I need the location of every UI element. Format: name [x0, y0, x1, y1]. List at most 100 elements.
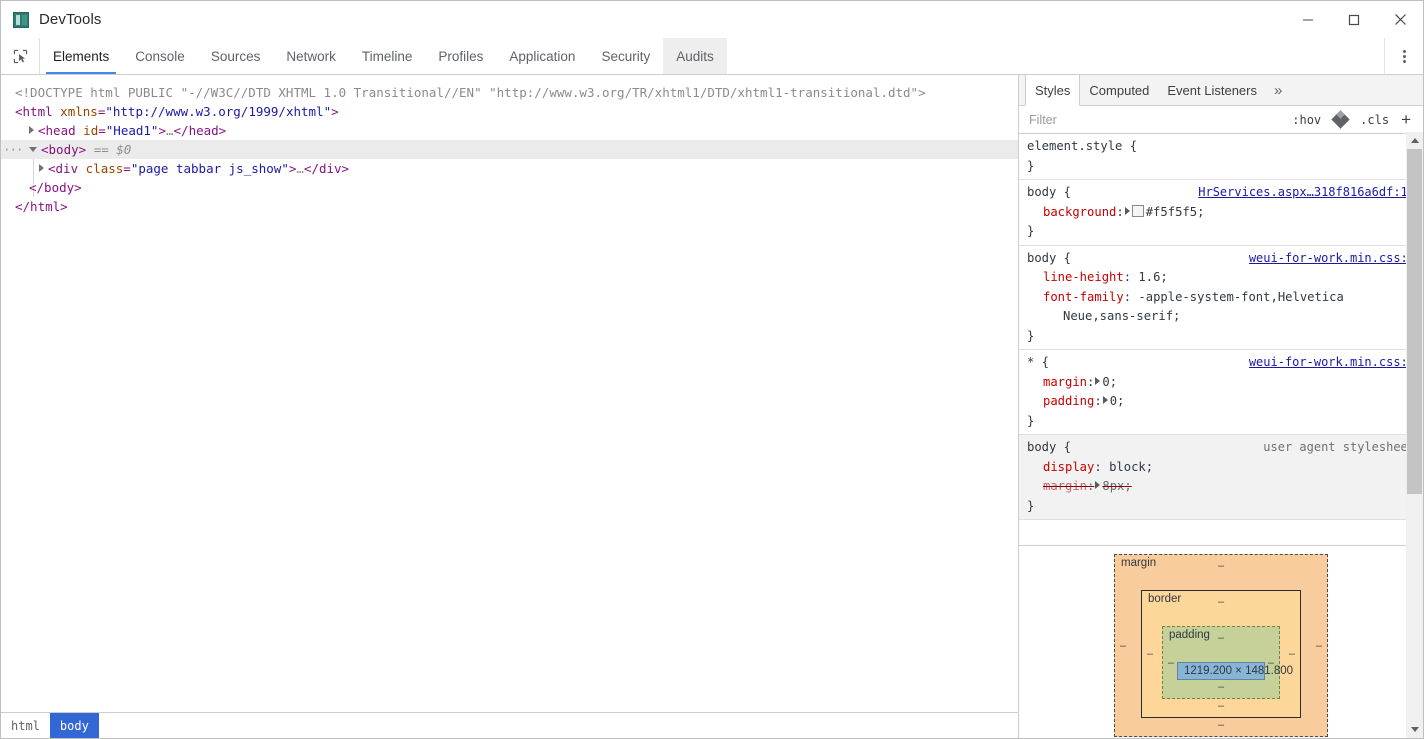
more-tabs-icon[interactable]: » — [1266, 75, 1290, 105]
css-property-name[interactable]: padding — [1043, 394, 1094, 408]
breadcrumb-item-html[interactable]: html — [1, 713, 50, 738]
css-declaration-padding[interactable]: padding: 0; — [1027, 392, 1423, 412]
color-swatch[interactable] — [1131, 204, 1144, 217]
expand-shorthand-icon[interactable] — [1095, 481, 1101, 489]
more-vertical-icon[interactable] — [1384, 38, 1423, 74]
expand-triangle-icon[interactable] — [39, 164, 44, 172]
expand-shorthand-icon[interactable] — [1095, 376, 1101, 385]
collapse-triangle-icon[interactable] — [29, 147, 37, 152]
border-bottom-value[interactable]: – — [1162, 699, 1280, 713]
tab-application[interactable]: Application — [496, 38, 588, 74]
rule-origin-link[interactable]: HrServices.aspx…318f816a6df:13 — [1198, 183, 1415, 203]
css-property-value[interactable]: #f5f5f5; — [1146, 205, 1205, 219]
inspect-element-icon[interactable] — [1, 38, 40, 74]
box-model-border[interactable]: border – – – padding – – – 1219.200 × 14… — [1141, 590, 1301, 718]
css-property-name[interactable]: display — [1043, 460, 1094, 474]
dom-node-head[interactable]: <head id="Head1">…</head> — [1, 121, 1018, 140]
dom-node-div[interactable]: <div class="page tabbar js_show">…</div> — [1, 159, 1018, 178]
border-left-value[interactable]: – — [1147, 648, 1153, 660]
collapsed-ellipsis[interactable]: … — [166, 123, 174, 138]
css-rule-element-style[interactable]: element.style { } — [1019, 134, 1423, 180]
css-property-value[interactable]: block; — [1109, 460, 1153, 474]
css-property-name[interactable]: line-height — [1043, 270, 1124, 284]
css-declaration-font-family[interactable]: font-family: -apple-system-font,Helvetic… — [1027, 288, 1423, 308]
tab-profiles[interactable]: Profiles — [425, 38, 496, 74]
tab-security[interactable]: Security — [588, 38, 663, 74]
tab-console[interactable]: Console — [122, 38, 198, 74]
cls-toggle-button[interactable]: .cls — [1352, 113, 1397, 127]
scroll-up-arrow-icon[interactable] — [1406, 132, 1423, 149]
scrollbar-thumb[interactable] — [1407, 149, 1422, 494]
padding-right-value[interactable]: – — [1268, 657, 1274, 669]
css-rule-universal[interactable]: * { weui-for-work.min.css:5 margin: 0; pa… — [1019, 350, 1423, 435]
rule-header: element.style { — [1027, 137, 1423, 157]
margin-left-value[interactable]: – — [1120, 640, 1126, 652]
css-property-value[interactable]: 0; — [1102, 375, 1117, 389]
rule-selector[interactable]: body { — [1027, 438, 1071, 458]
scroll-down-arrow-icon[interactable] — [1406, 721, 1423, 738]
css-property-value[interactable]: 0; — [1110, 394, 1125, 408]
tag-name: body — [48, 142, 79, 157]
dom-node-doctype[interactable]: <!DOCTYPE html PUBLIC "-//W3C//DTD XHTML… — [1, 83, 1018, 102]
box-model-margin[interactable]: margin – – – border – – – padding – – – … — [1114, 554, 1328, 737]
close-icon[interactable] — [1377, 1, 1423, 38]
css-property-name[interactable]: margin — [1043, 375, 1087, 389]
margin-right-value[interactable]: – — [1316, 640, 1322, 652]
margin-bottom-value[interactable]: – — [1141, 718, 1301, 732]
tab-network[interactable]: Network — [273, 38, 349, 74]
expand-shorthand-icon[interactable] — [1124, 206, 1130, 215]
css-declaration-display[interactable]: display: block; — [1027, 458, 1423, 478]
maximize-icon[interactable] — [1331, 1, 1377, 38]
breadcrumb-item-body[interactable]: body — [49, 713, 99, 738]
styles-scrollbar[interactable] — [1406, 132, 1423, 738]
dom-node-html-close[interactable]: </html> — [1, 197, 1018, 216]
box-model-padding[interactable]: padding – – – 1219.200 × 1481.800 – — [1162, 626, 1293, 699]
tab-audits[interactable]: Audits — [663, 38, 727, 74]
css-property-value[interactable]: 1.6; — [1138, 270, 1167, 284]
rule-selector[interactable]: * { — [1027, 353, 1049, 373]
new-style-rule-icon[interactable] — [1331, 110, 1350, 129]
border-right-value[interactable]: – — [1289, 648, 1295, 660]
dom-node-body[interactable]: ··· <body> == $0 — [1, 140, 1018, 159]
dom-tree[interactable]: <!DOCTYPE html PUBLIC "-//W3C//DTD XHTML… — [1, 75, 1018, 712]
css-declaration-line-height[interactable]: line-height: 1.6; — [1027, 268, 1423, 288]
dom-node-body-close[interactable]: </body> — [1, 178, 1018, 197]
hov-toggle-button[interactable]: :hov — [1284, 113, 1329, 127]
collapsed-ellipsis[interactable]: … — [296, 161, 304, 176]
devtools-icon — [13, 11, 29, 28]
tab-elements[interactable]: Elements — [40, 38, 122, 74]
css-declaration-margin-overridden[interactable]: margin: 8px; — [1027, 477, 1423, 497]
css-property-name[interactable]: font-family — [1043, 290, 1124, 304]
margin-top-value[interactable]: – — [1141, 559, 1301, 573]
rule-selector[interactable]: element.style { — [1027, 137, 1137, 157]
css-property-name[interactable]: margin — [1043, 479, 1087, 493]
tab-sources[interactable]: Sources — [198, 38, 274, 74]
css-declaration-background[interactable]: background: #f5f5f5; — [1027, 203, 1423, 223]
scrollbar-track[interactable] — [1406, 149, 1423, 721]
minimize-icon[interactable] — [1285, 1, 1331, 38]
css-declaration-margin[interactable]: margin: 0; — [1027, 373, 1423, 393]
expand-triangle-icon[interactable] — [29, 126, 34, 134]
padding-left-value[interactable]: – — [1168, 657, 1174, 669]
padding-bottom-value[interactable]: – — [1177, 680, 1265, 694]
rule-origin-link[interactable]: weui-for-work.min.css:5 — [1249, 249, 1415, 269]
rule-selector[interactable]: body { — [1027, 183, 1071, 203]
tab-event-listeners[interactable]: Event Listeners — [1158, 75, 1266, 105]
tab-computed[interactable]: Computed — [1080, 75, 1158, 105]
filter-input[interactable] — [1029, 112, 1285, 127]
tab-timeline[interactable]: Timeline — [349, 38, 426, 74]
rule-selector[interactable]: body { — [1027, 249, 1071, 269]
box-model-diagram[interactable]: margin – – – border – – – padding – – – … — [1114, 554, 1328, 738]
css-rule-user-agent[interactable]: body { user agent stylesheet display: bl… — [1019, 435, 1423, 520]
css-property-value[interactable]: -apple-system-font,Helvetica — [1138, 290, 1343, 304]
expand-shorthand-icon[interactable] — [1102, 396, 1108, 404]
add-rule-button[interactable]: + — [1397, 111, 1417, 128]
css-property-name[interactable]: background — [1043, 205, 1116, 219]
box-model-content-size[interactable]: 1219.200 × 1481.800 — [1177, 662, 1293, 680]
tab-styles[interactable]: Styles — [1025, 75, 1081, 106]
dom-node-html-open[interactable]: <html xmlns="http://www.w3.org/1999/xhtm… — [1, 102, 1018, 121]
rule-origin-link[interactable]: weui-for-work.min.css:5 — [1249, 353, 1415, 373]
css-property-value[interactable]: 8px; — [1102, 479, 1131, 493]
css-rule-body-hrservices[interactable]: body { HrServices.aspx…318f816a6df:13 ba… — [1019, 180, 1423, 246]
css-rule-body-weui[interactable]: body { weui-for-work.min.css:5 line-heig… — [1019, 245, 1423, 350]
